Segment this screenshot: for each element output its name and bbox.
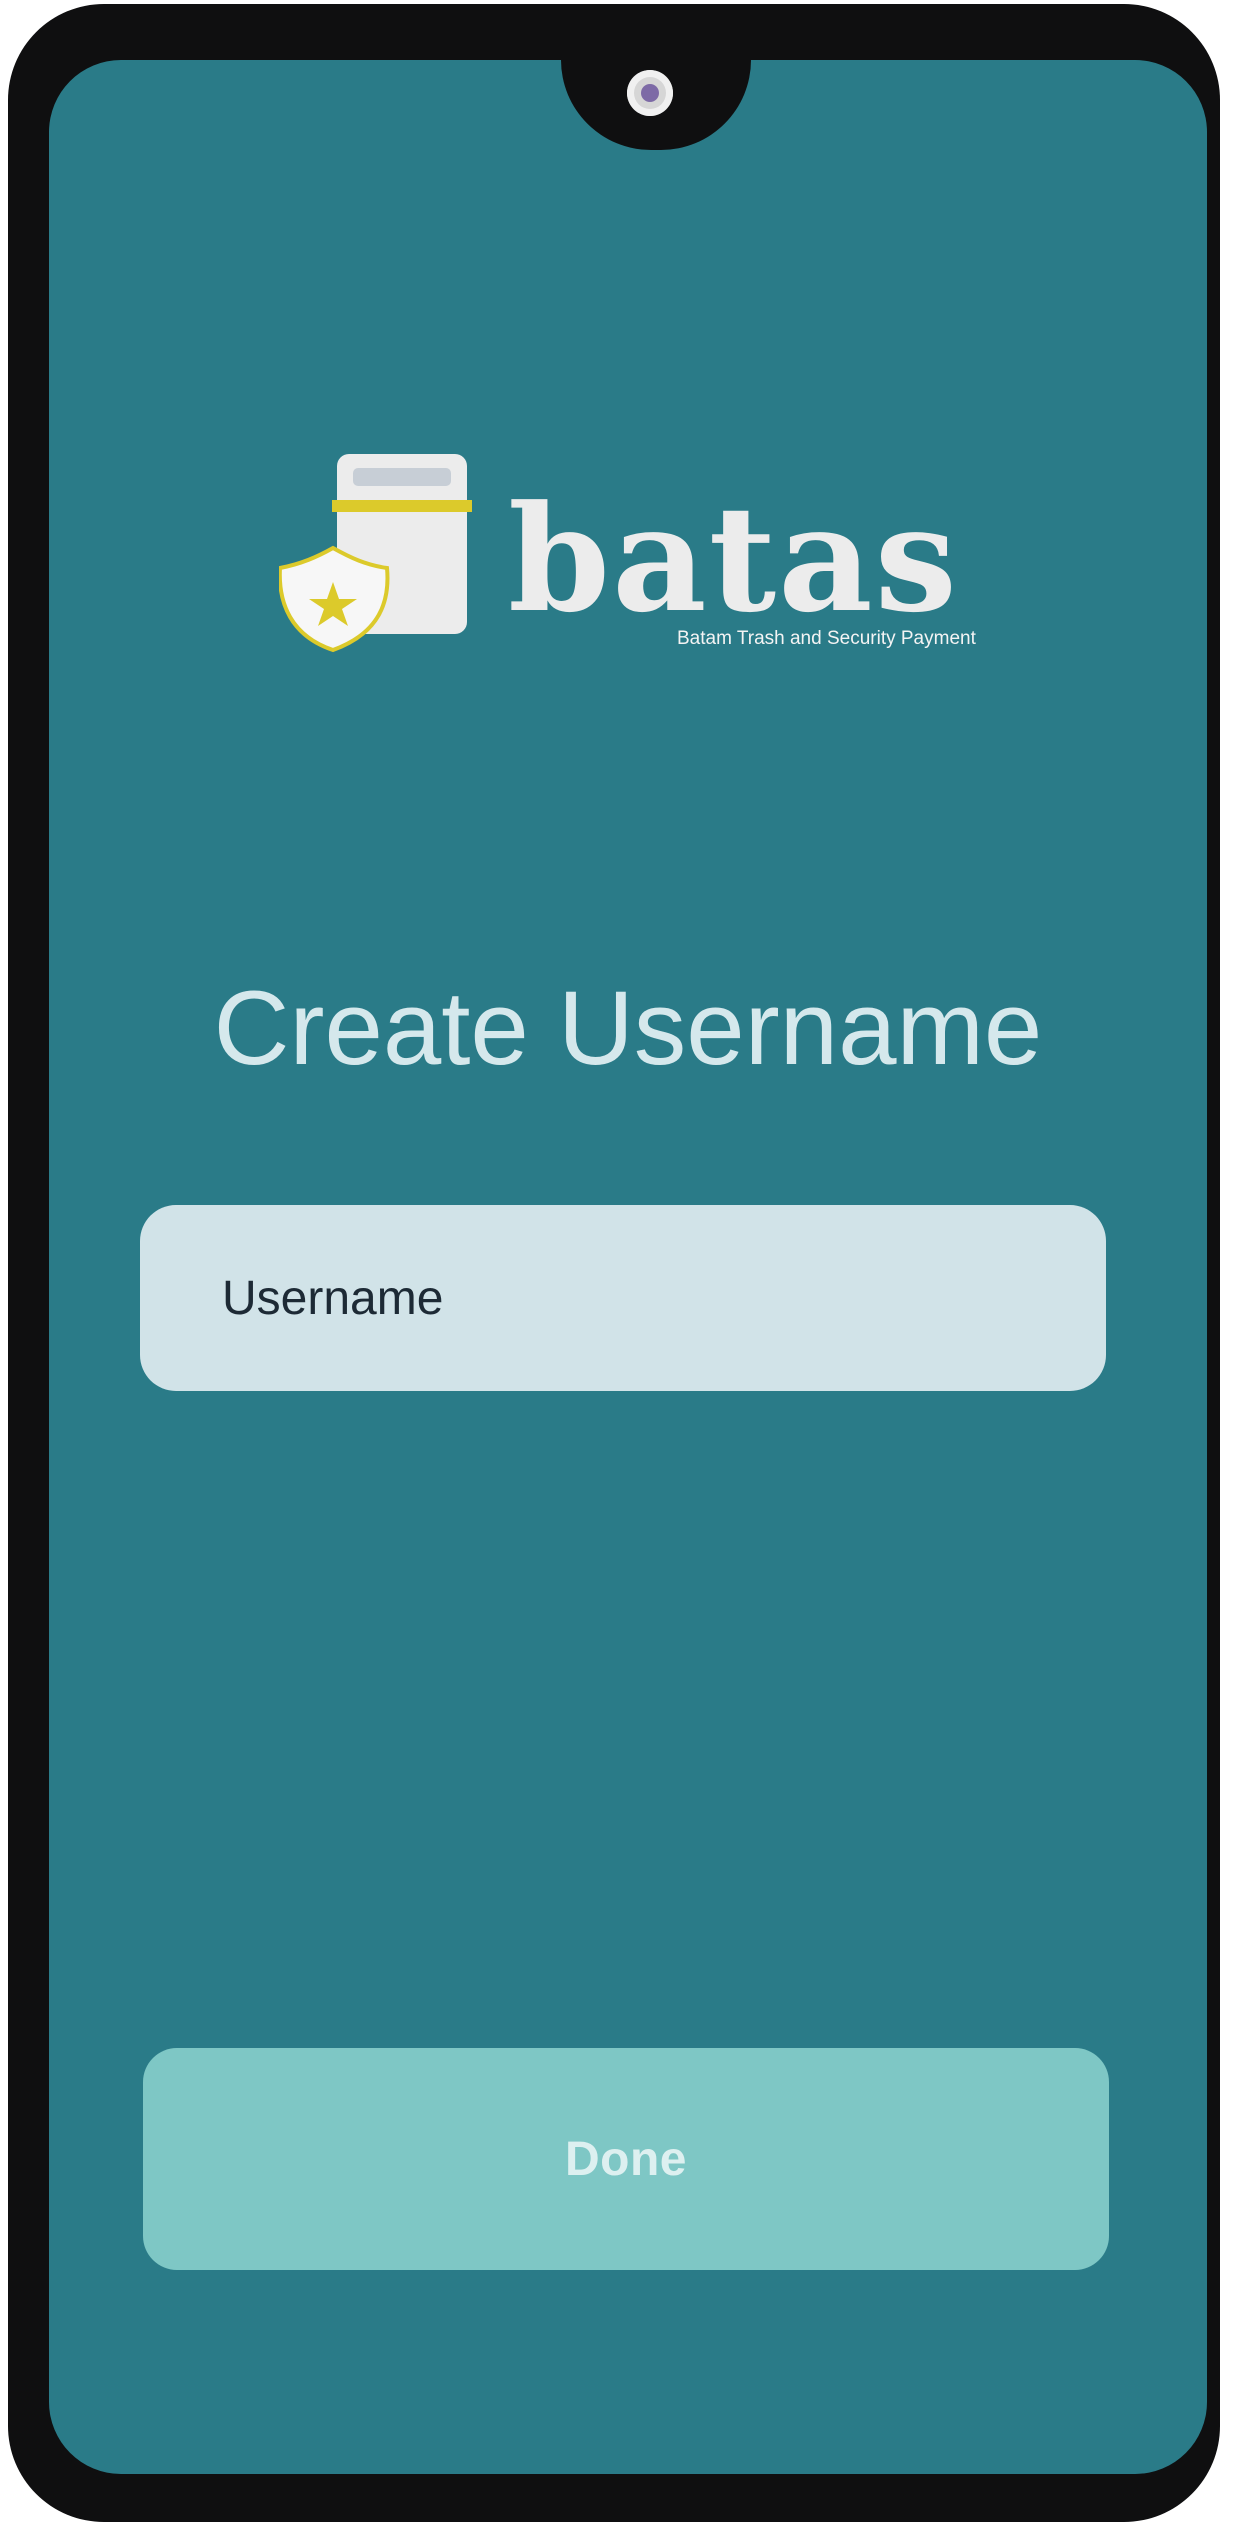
username-input[interactable] xyxy=(140,1205,1106,1391)
trash-bin-security-badge-icon xyxy=(279,454,472,653)
brand-tagline: Batam Trash and Security Payment xyxy=(677,628,976,649)
username-field-container xyxy=(140,1205,1106,1391)
brand-logo: batas Batam Trash and Security Payment xyxy=(279,452,1019,692)
brand-wordmark: batas xyxy=(508,474,959,645)
page-title: Create Username xyxy=(213,970,1043,1087)
app-screen: batas Batam Trash and Security Payment C… xyxy=(49,60,1207,2474)
done-button[interactable]: Done xyxy=(143,2048,1109,2270)
phone-frame: batas Batam Trash and Security Payment C… xyxy=(8,4,1220,2522)
front-camera-icon xyxy=(627,70,673,116)
